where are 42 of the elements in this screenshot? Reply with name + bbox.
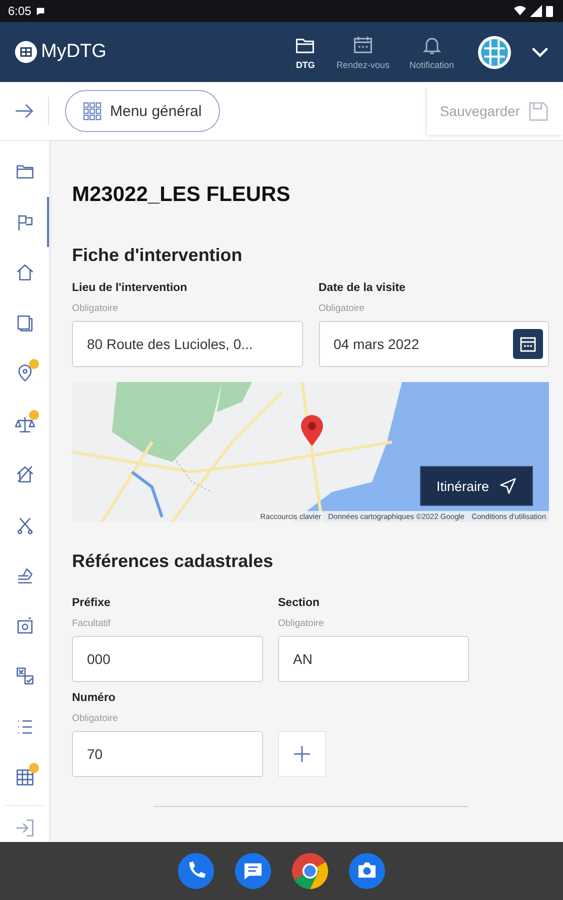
date-field[interactable]: 04 mars 2022 [318, 321, 549, 367]
camera-app-icon[interactable] [348, 852, 386, 890]
main-menu-button[interactable]: Menu général [65, 90, 220, 132]
field-label: Section [278, 597, 321, 609]
field-hint: Obligatoire [72, 303, 119, 314]
field-hint: Facultatif [72, 618, 112, 629]
field-label: Préfixe [72, 597, 112, 609]
signal-icon [530, 5, 542, 17]
nav-tab[interactable]: Rendez-vous [336, 34, 390, 70]
field-label: Numéro [72, 692, 116, 704]
app-logo: MyDTG [41, 41, 106, 63]
messages-app-icon[interactable] [234, 852, 272, 890]
field-label: Date de la visite [318, 282, 406, 294]
input-field[interactable]: AN [278, 636, 469, 682]
route-button[interactable]: Itinéraire [420, 466, 533, 506]
nav-tab[interactable]: Notification [409, 34, 454, 70]
chevron-down-icon[interactable] [531, 46, 549, 58]
browser-app-icon[interactable] [291, 852, 329, 890]
section-heading: Références cadastrales [72, 551, 274, 572]
calendar-icon [352, 34, 374, 56]
calendar-icon[interactable] [513, 329, 543, 359]
logo-icon [14, 40, 38, 64]
field-hint: Obligatoire [278, 618, 325, 629]
nav-tab[interactable]: DTG [294, 34, 316, 70]
message-icon [35, 6, 46, 16]
field-label: Lieu de l'intervention [72, 282, 188, 294]
status-time: 6:05 [8, 4, 32, 18]
plus-icon [292, 744, 312, 764]
navigation-arrow-icon [499, 477, 517, 495]
phone-app-icon[interactable] [177, 852, 215, 890]
grid-icon [83, 102, 102, 120]
address-field[interactable]: 80 Route des Lucioles, 0... [72, 321, 302, 367]
wifi-icon [514, 5, 526, 17]
page-title: M23022_LES FLEURS [72, 183, 292, 207]
section-heading: Fiche d'intervention [72, 245, 244, 266]
field-hint: Obligatoire [318, 303, 366, 314]
field-hint: Obligatoire [72, 713, 119, 724]
input-field[interactable]: 70 [72, 731, 263, 777]
battery-icon [546, 5, 553, 17]
avatar-icon[interactable] [478, 36, 511, 68]
save-icon [528, 100, 549, 122]
input-field[interactable]: 000 [72, 636, 263, 682]
